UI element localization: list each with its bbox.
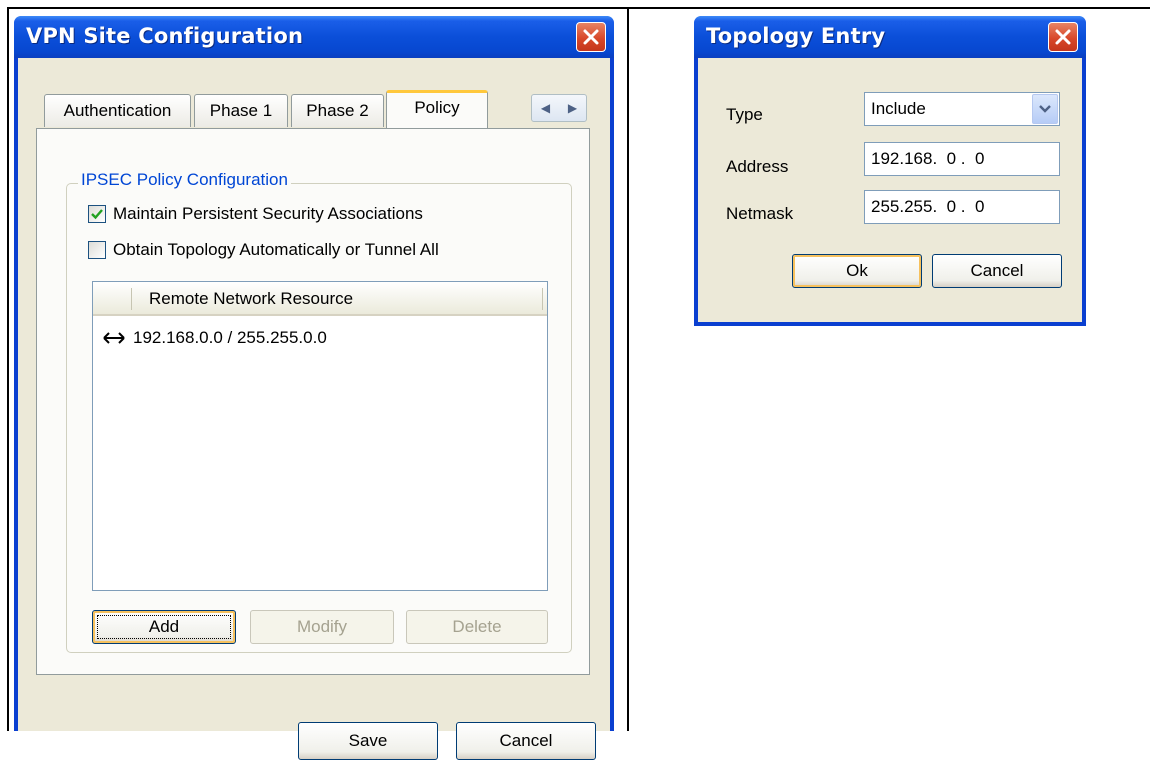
tab-authentication[interactable]: Authentication: [44, 94, 191, 127]
window-title: Topology Entry: [706, 24, 886, 48]
address-value: 192.168. 0 . 0: [871, 149, 985, 168]
netmask-value: 255.255. 0 . 0: [871, 197, 985, 216]
remote-network-list[interactable]: Remote Network Resource 192.168.0.0 / 25…: [92, 281, 548, 591]
topology-titlebar[interactable]: Topology Entry: [694, 16, 1086, 58]
address-field[interactable]: 192.168. 0 . 0: [864, 142, 1060, 176]
checkbox-label: Maintain Persistent Security Association…: [113, 204, 423, 223]
modify-button-label: Modify: [296, 617, 348, 636]
scroll-left-icon[interactable]: ◀: [541, 101, 550, 115]
close-button[interactable]: [576, 22, 606, 52]
vpn-client-area: Authentication Phase 1 Phase 2 Policy ◀ …: [18, 58, 610, 760]
list-item[interactable]: 192.168.0.0 / 255.255.0.0: [103, 328, 327, 348]
tab-authentication-label: Authentication: [63, 101, 172, 120]
modify-button[interactable]: Modify: [250, 610, 394, 644]
tab-scroll-buttons[interactable]: ◀ ▶: [531, 94, 587, 122]
focus-rectangle: [97, 615, 231, 639]
scroll-right-icon[interactable]: ▶: [568, 101, 577, 115]
tab-phase-2-label: Phase 2: [306, 101, 369, 120]
checkbox-label: Obtain Topology Automatically or Tunnel …: [113, 240, 439, 259]
dropdown-button[interactable]: [1032, 94, 1058, 124]
vpn-titlebar[interactable]: VPN Site Configuration: [14, 16, 614, 58]
topology-entry-window: Topology Entry Type Include Address 192.…: [694, 16, 1086, 326]
save-button-label: Save: [348, 731, 388, 750]
tab-phase-2[interactable]: Phase 2: [291, 94, 384, 127]
column-separator: [131, 288, 132, 310]
table-top-border: [7, 7, 1150, 9]
list-header[interactable]: Remote Network Resource: [93, 282, 547, 316]
save-button[interactable]: Save: [298, 722, 438, 760]
close-button[interactable]: [1048, 22, 1078, 52]
table-middle-border: [627, 7, 629, 731]
cancel-button[interactable]: Cancel: [932, 254, 1062, 288]
netmask-field[interactable]: 255.255. 0 . 0: [864, 190, 1060, 224]
address-label: Address: [726, 157, 789, 176]
obtain-topology-checkbox[interactable]: Obtain Topology Automatically or Tunnel …: [88, 240, 439, 260]
delete-button[interactable]: Delete: [406, 610, 548, 644]
ok-button[interactable]: Ok: [792, 254, 922, 288]
close-icon: [583, 29, 599, 45]
cancel-button[interactable]: Cancel: [456, 722, 596, 760]
cancel-button-label: Cancel: [499, 731, 553, 750]
cancel-button-label: Cancel: [970, 261, 1024, 280]
bidirectional-arrow-icon: [103, 332, 125, 344]
column-separator: [542, 288, 543, 310]
list-item-text: 192.168.0.0 / 255.255.0.0: [133, 328, 327, 347]
checkbox-unchecked[interactable]: [88, 241, 106, 259]
tab-phase-1[interactable]: Phase 1: [194, 94, 288, 127]
ok-button-label: Ok: [846, 261, 868, 280]
vpn-site-configuration-window: VPN Site Configuration Authentication Ph…: [14, 16, 614, 760]
tab-policy-label: Policy: [414, 97, 460, 117]
add-button[interactable]: Add: [92, 610, 236, 644]
chevron-down-icon: [1039, 105, 1051, 113]
table-left-border: [7, 7, 9, 731]
topology-client-area: Type Include Address 192.168. 0 . 0 Netm…: [698, 58, 1082, 322]
tab-phase-1-label: Phase 1: [209, 101, 273, 120]
type-label: Type: [726, 105, 763, 124]
group-label: IPSEC Policy Configuration: [78, 170, 291, 190]
close-icon: [1055, 29, 1071, 45]
window-title: VPN Site Configuration: [26, 24, 304, 48]
type-select[interactable]: Include: [864, 92, 1060, 126]
netmask-label: Netmask: [726, 204, 794, 223]
delete-button-label: Delete: [452, 617, 502, 636]
type-select-value: Include: [871, 99, 926, 118]
tab-policy[interactable]: Policy: [386, 90, 488, 128]
maintain-persistent-sa-checkbox[interactable]: Maintain Persistent Security Association…: [88, 204, 423, 224]
checkbox-checked[interactable]: [88, 205, 106, 223]
column-header-remote-network-resource[interactable]: Remote Network Resource: [149, 289, 353, 309]
checkmark-icon: [91, 209, 103, 220]
